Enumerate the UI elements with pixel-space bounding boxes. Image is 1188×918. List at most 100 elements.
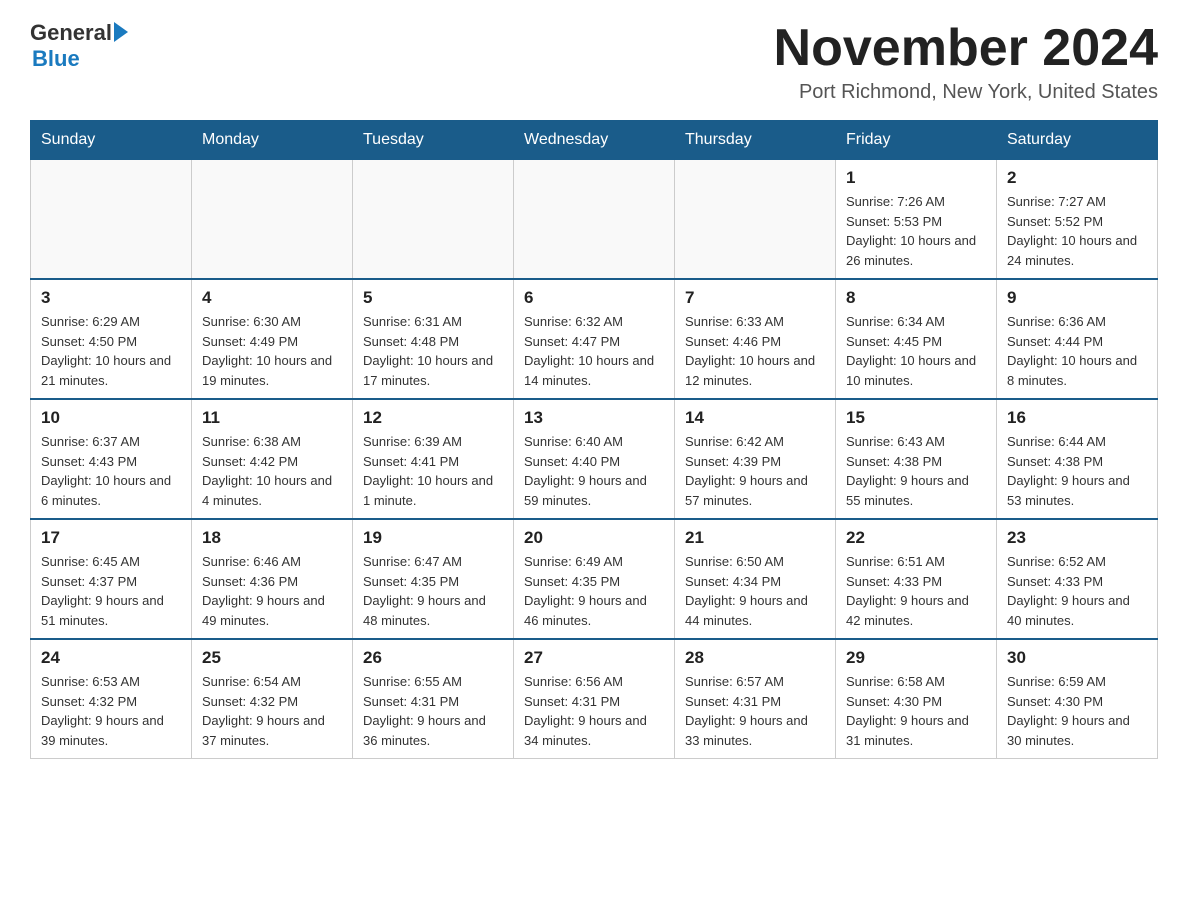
day-info: Sunrise: 6:36 AMSunset: 4:44 PMDaylight:… (1007, 312, 1147, 390)
day-info: Sunrise: 6:47 AMSunset: 4:35 PMDaylight:… (363, 552, 503, 630)
day-info: Sunrise: 6:29 AMSunset: 4:50 PMDaylight:… (41, 312, 181, 390)
weekday-header-tuesday: Tuesday (353, 121, 514, 160)
calendar-cell: 2 Sunrise: 7:27 AMSunset: 5:52 PMDaylight… (997, 160, 1158, 280)
day-number: 14 (685, 408, 825, 428)
day-number: 7 (685, 288, 825, 308)
day-number: 18 (202, 528, 342, 548)
weekday-header-monday: Monday (192, 121, 353, 160)
day-info: Sunrise: 6:42 AMSunset: 4:39 PMDaylight:… (685, 432, 825, 510)
day-number: 5 (363, 288, 503, 308)
weekday-header-saturday: Saturday (997, 121, 1158, 160)
day-number: 17 (41, 528, 181, 548)
calendar-cell: 22Sunrise: 6:51 AMSunset: 4:33 PMDayligh… (836, 519, 997, 639)
day-number: 19 (363, 528, 503, 548)
day-number: 21 (685, 528, 825, 548)
calendar-cell (675, 160, 836, 280)
logo: General Blue (30, 20, 128, 72)
calendar-cell: 16 Sunrise: 6:44 AMSunset: 4:38 PMDayligh… (997, 399, 1158, 519)
day-number: 27 (524, 648, 664, 668)
calendar-week-row: 24 Sunrise: 6:53 AMSunset: 4:32 PMDayligh… (31, 639, 1158, 759)
day-info: Sunrise: 6:33 AMSunset: 4:46 PMDaylight:… (685, 312, 825, 390)
calendar-cell: 30 Sunrise: 6:59 AMSunset: 4:30 PMDayligh… (997, 639, 1158, 759)
day-number: 30 (1007, 648, 1147, 668)
day-number: 9 (1007, 288, 1147, 308)
day-info: Sunrise: 6:59 AMSunset: 4:30 PMDaylight:… (1007, 672, 1147, 750)
calendar-cell: 26Sunrise: 6:55 AMSunset: 4:31 PMDayligh… (353, 639, 514, 759)
day-info: Sunrise: 7:26 AMSunset: 5:53 PMDaylight:… (846, 192, 986, 270)
calendar-cell: 6 Sunrise: 6:32 AMSunset: 4:47 PMDaylight… (514, 279, 675, 399)
day-info: Sunrise: 7:27 AMSunset: 5:52 PMDaylight:… (1007, 192, 1147, 270)
calendar-cell: 7 Sunrise: 6:33 AMSunset: 4:46 PMDaylight… (675, 279, 836, 399)
day-info: Sunrise: 6:37 AMSunset: 4:43 PMDaylight:… (41, 432, 181, 510)
day-info: Sunrise: 6:39 AMSunset: 4:41 PMDaylight:… (363, 432, 503, 510)
calendar-cell: 5 Sunrise: 6:31 AMSunset: 4:48 PMDaylight… (353, 279, 514, 399)
month-title: November 2024 (774, 20, 1158, 77)
day-info: Sunrise: 6:34 AMSunset: 4:45 PMDaylight:… (846, 312, 986, 390)
day-info: Sunrise: 6:52 AMSunset: 4:33 PMDaylight:… (1007, 552, 1147, 630)
day-info: Sunrise: 6:44 AMSunset: 4:38 PMDaylight:… (1007, 432, 1147, 510)
calendar-cell: 18Sunrise: 6:46 AMSunset: 4:36 PMDayligh… (192, 519, 353, 639)
calendar-cell: 29 Sunrise: 6:58 AMSunset: 4:30 PMDayligh… (836, 639, 997, 759)
day-info: Sunrise: 6:53 AMSunset: 4:32 PMDaylight:… (41, 672, 181, 750)
calendar-cell: 25 Sunrise: 6:54 AMSunset: 4:32 PMDayligh… (192, 639, 353, 759)
day-info: Sunrise: 6:49 AMSunset: 4:35 PMDaylight:… (524, 552, 664, 630)
calendar-cell: 17Sunrise: 6:45 AMSunset: 4:37 PMDayligh… (31, 519, 192, 639)
day-info: Sunrise: 6:55 AMSunset: 4:31 PMDaylight:… (363, 672, 503, 750)
weekday-header-row: SundayMondayTuesdayWednesdayThursdayFrid… (31, 121, 1158, 160)
weekday-header-sunday: Sunday (31, 121, 192, 160)
location-title: Port Richmond, New York, United States (774, 81, 1158, 104)
calendar-cell: 9 Sunrise: 6:36 AMSunset: 4:44 PMDaylight… (997, 279, 1158, 399)
day-number: 25 (202, 648, 342, 668)
day-info: Sunrise: 6:30 AMSunset: 4:49 PMDaylight:… (202, 312, 342, 390)
day-number: 12 (363, 408, 503, 428)
logo-general-text: General (30, 20, 112, 46)
weekday-header-wednesday: Wednesday (514, 121, 675, 160)
calendar-cell: 8Sunrise: 6:34 AMSunset: 4:45 PMDaylight… (836, 279, 997, 399)
calendar-cell: 24 Sunrise: 6:53 AMSunset: 4:32 PMDayligh… (31, 639, 192, 759)
calendar-cell: 19 Sunrise: 6:47 AMSunset: 4:35 PMDayligh… (353, 519, 514, 639)
day-number: 28 (685, 648, 825, 668)
weekday-header-friday: Friday (836, 121, 997, 160)
calendar-cell: 1Sunrise: 7:26 AMSunset: 5:53 PMDaylight… (836, 160, 997, 280)
day-number: 2 (1007, 168, 1147, 188)
calendar-table: SundayMondayTuesdayWednesdayThursdayFrid… (30, 120, 1158, 759)
calendar-cell: 23 Sunrise: 6:52 AMSunset: 4:33 PMDayligh… (997, 519, 1158, 639)
day-number: 15 (846, 408, 986, 428)
day-number: 24 (41, 648, 181, 668)
calendar-cell (514, 160, 675, 280)
logo-arrow-icon (114, 22, 128, 42)
day-number: 13 (524, 408, 664, 428)
day-number: 4 (202, 288, 342, 308)
day-info: Sunrise: 6:43 AMSunset: 4:38 PMDaylight:… (846, 432, 986, 510)
calendar-cell: 27 Sunrise: 6:56 AMSunset: 4:31 PMDayligh… (514, 639, 675, 759)
day-number: 16 (1007, 408, 1147, 428)
day-number: 6 (524, 288, 664, 308)
day-info: Sunrise: 6:31 AMSunset: 4:48 PMDaylight:… (363, 312, 503, 390)
day-number: 11 (202, 408, 342, 428)
day-info: Sunrise: 6:50 AMSunset: 4:34 PMDaylight:… (685, 552, 825, 630)
calendar-cell (31, 160, 192, 280)
day-info: Sunrise: 6:58 AMSunset: 4:30 PMDaylight:… (846, 672, 986, 750)
day-info: Sunrise: 6:40 AMSunset: 4:40 PMDaylight:… (524, 432, 664, 510)
calendar-cell: 20 Sunrise: 6:49 AMSunset: 4:35 PMDayligh… (514, 519, 675, 639)
day-number: 22 (846, 528, 986, 548)
day-info: Sunrise: 6:56 AMSunset: 4:31 PMDaylight:… (524, 672, 664, 750)
header: General Blue November 2024 Port Richmond… (30, 20, 1158, 104)
logo-blue-text: Blue (32, 46, 128, 72)
calendar-week-row: 3Sunrise: 6:29 AMSunset: 4:50 PMDaylight… (31, 279, 1158, 399)
calendar-cell: 21 Sunrise: 6:50 AMSunset: 4:34 PMDayligh… (675, 519, 836, 639)
calendar-cell (192, 160, 353, 280)
weekday-header-thursday: Thursday (675, 121, 836, 160)
day-info: Sunrise: 6:32 AMSunset: 4:47 PMDaylight:… (524, 312, 664, 390)
calendar-cell: 3Sunrise: 6:29 AMSunset: 4:50 PMDaylight… (31, 279, 192, 399)
calendar-cell: 15 Sunrise: 6:43 AMSunset: 4:38 PMDayligh… (836, 399, 997, 519)
day-info: Sunrise: 6:54 AMSunset: 4:32 PMDaylight:… (202, 672, 342, 750)
calendar-cell: 10Sunrise: 6:37 AMSunset: 4:43 PMDayligh… (31, 399, 192, 519)
day-number: 23 (1007, 528, 1147, 548)
calendar-week-row: 10Sunrise: 6:37 AMSunset: 4:43 PMDayligh… (31, 399, 1158, 519)
calendar-cell: 28Sunrise: 6:57 AMSunset: 4:31 PMDayligh… (675, 639, 836, 759)
title-area: November 2024 Port Richmond, New York, U… (774, 20, 1158, 104)
calendar-cell: 12 Sunrise: 6:39 AMSunset: 4:41 PMDayligh… (353, 399, 514, 519)
day-number: 29 (846, 648, 986, 668)
day-number: 20 (524, 528, 664, 548)
